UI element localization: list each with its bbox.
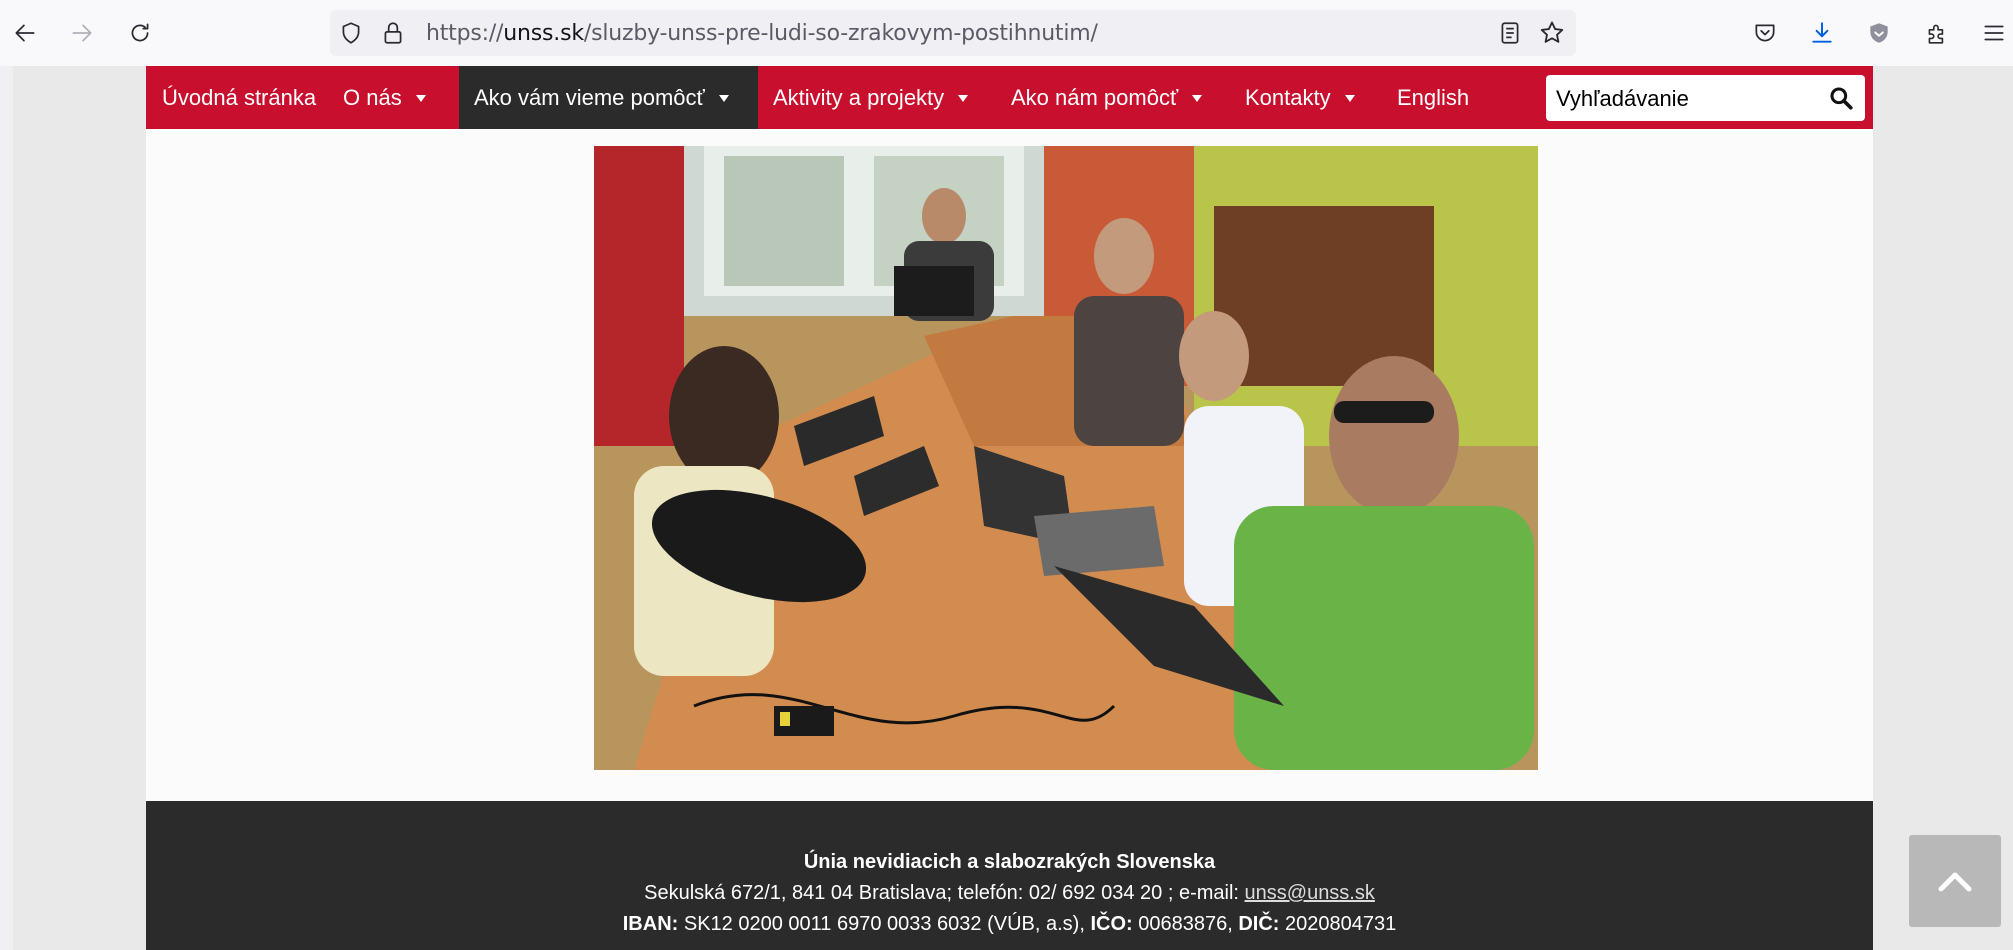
- dic-label: DIČ:: [1238, 913, 1280, 935]
- browser-toolbar: https://unss.sk/sluzby-unss-pre-ludi-so-…: [0, 0, 2013, 66]
- nav-item-label: Úvodná stránka: [162, 84, 317, 110]
- ico-label: IČO:: [1090, 913, 1133, 935]
- nav-item-label: Ako nám pomôcť: [1011, 84, 1179, 110]
- footer-org-name: Únia nevidiacich a slabozrakých Slovensk…: [803, 851, 1216, 873]
- url-host: unss.sk: [503, 21, 584, 46]
- url-bar[interactable]: https://unss.sk/sluzby-unss-pre-ludi-so-…: [330, 10, 1576, 56]
- nav-item-o-nas[interactable]: O nás: [328, 66, 441, 129]
- download-icon[interactable]: [1803, 14, 1841, 52]
- dic-value: 2020804731: [1279, 913, 1397, 935]
- reload-icon[interactable]: [121, 14, 159, 52]
- nav-item-label: O nás: [343, 84, 402, 110]
- bookmark-star-icon[interactable]: [1538, 19, 1566, 47]
- forward-arrow-icon[interactable]: [63, 14, 101, 52]
- nav-item-kontakty[interactable]: Kontakty: [1230, 66, 1370, 129]
- search-icon[interactable]: [1828, 85, 1854, 111]
- nav-item-ako-vam-vieme-pomoct[interactable]: Ako vám vieme pomôcť: [459, 66, 758, 129]
- nav-item-label: Aktivity a projekty: [773, 84, 945, 110]
- search-box: [1546, 75, 1865, 123]
- group-photo-laptops: [594, 146, 1538, 770]
- tracking-shield-icon[interactable]: [338, 20, 364, 46]
- footer-address-text: Sekulská 672/1, 841 04 Bratislava; telef…: [644, 882, 1245, 904]
- extensions-puzzle-icon[interactable]: [1918, 14, 1956, 52]
- nav-item-uvodna-stranka[interactable]: Úvodná stránka: [146, 66, 332, 129]
- nav-item-ako-nam-pomoct[interactable]: Ako nám pomôcť: [996, 66, 1217, 129]
- footer: Únia nevidiacich a slabozrakých Slovensk…: [146, 801, 1873, 950]
- url-text[interactable]: https://unss.sk/sluzby-unss-pre-ludi-so-…: [426, 21, 1098, 46]
- lock-icon[interactable]: [380, 20, 406, 46]
- url-path: /sluzby-unss-pre-ludi-so-zrakovym-postih…: [583, 21, 1098, 46]
- nav-item-label: English: [1397, 84, 1470, 110]
- caret-down-icon: [1192, 95, 1203, 102]
- url-prefix: https://: [426, 21, 504, 46]
- caret-down-icon: [415, 95, 426, 102]
- ico-value: 00683876,: [1132, 913, 1239, 935]
- page-content: Úvodná stránka O nás Ako vám vieme pomôc…: [146, 66, 1873, 950]
- back-to-top-button[interactable]: [1909, 835, 2001, 927]
- caret-down-icon: [958, 95, 969, 102]
- footer-address: Sekulská 672/1, 841 04 Bratislava; telef…: [146, 882, 1873, 905]
- nav-item-label: Ako vám vieme pomôcť: [474, 84, 705, 110]
- extension-shield-icon[interactable]: [1860, 14, 1898, 52]
- caret-down-icon: [718, 95, 729, 102]
- nav-item-label: Kontakty: [1245, 84, 1331, 110]
- chevron-up-icon: [1938, 872, 1972, 892]
- caret-down-icon: [1344, 95, 1355, 102]
- pocket-icon[interactable]: [1746, 14, 1784, 52]
- nav-item-english[interactable]: English: [1382, 66, 1484, 129]
- nav-item-aktivity-a-projekty[interactable]: Aktivity a projekty: [758, 66, 983, 129]
- search-input[interactable]: [1554, 75, 1818, 123]
- back-arrow-icon[interactable]: [6, 14, 44, 52]
- iban-label: IBAN:: [622, 913, 679, 935]
- footer-email-link[interactable]: unss@unss.sk: [1245, 882, 1375, 904]
- iban-value: SK12 0200 0011 6970 0033 6032 (VÚB, a.s)…: [678, 913, 1091, 935]
- main-navigation: Úvodná stránka O nás Ako vám vieme pomôc…: [146, 66, 1873, 129]
- menu-icon[interactable]: [1975, 14, 2013, 52]
- footer-bank-info: IBAN: SK12 0200 0011 6970 0033 6032 (VÚB…: [146, 913, 1873, 936]
- reader-view-icon[interactable]: [1497, 20, 1523, 46]
